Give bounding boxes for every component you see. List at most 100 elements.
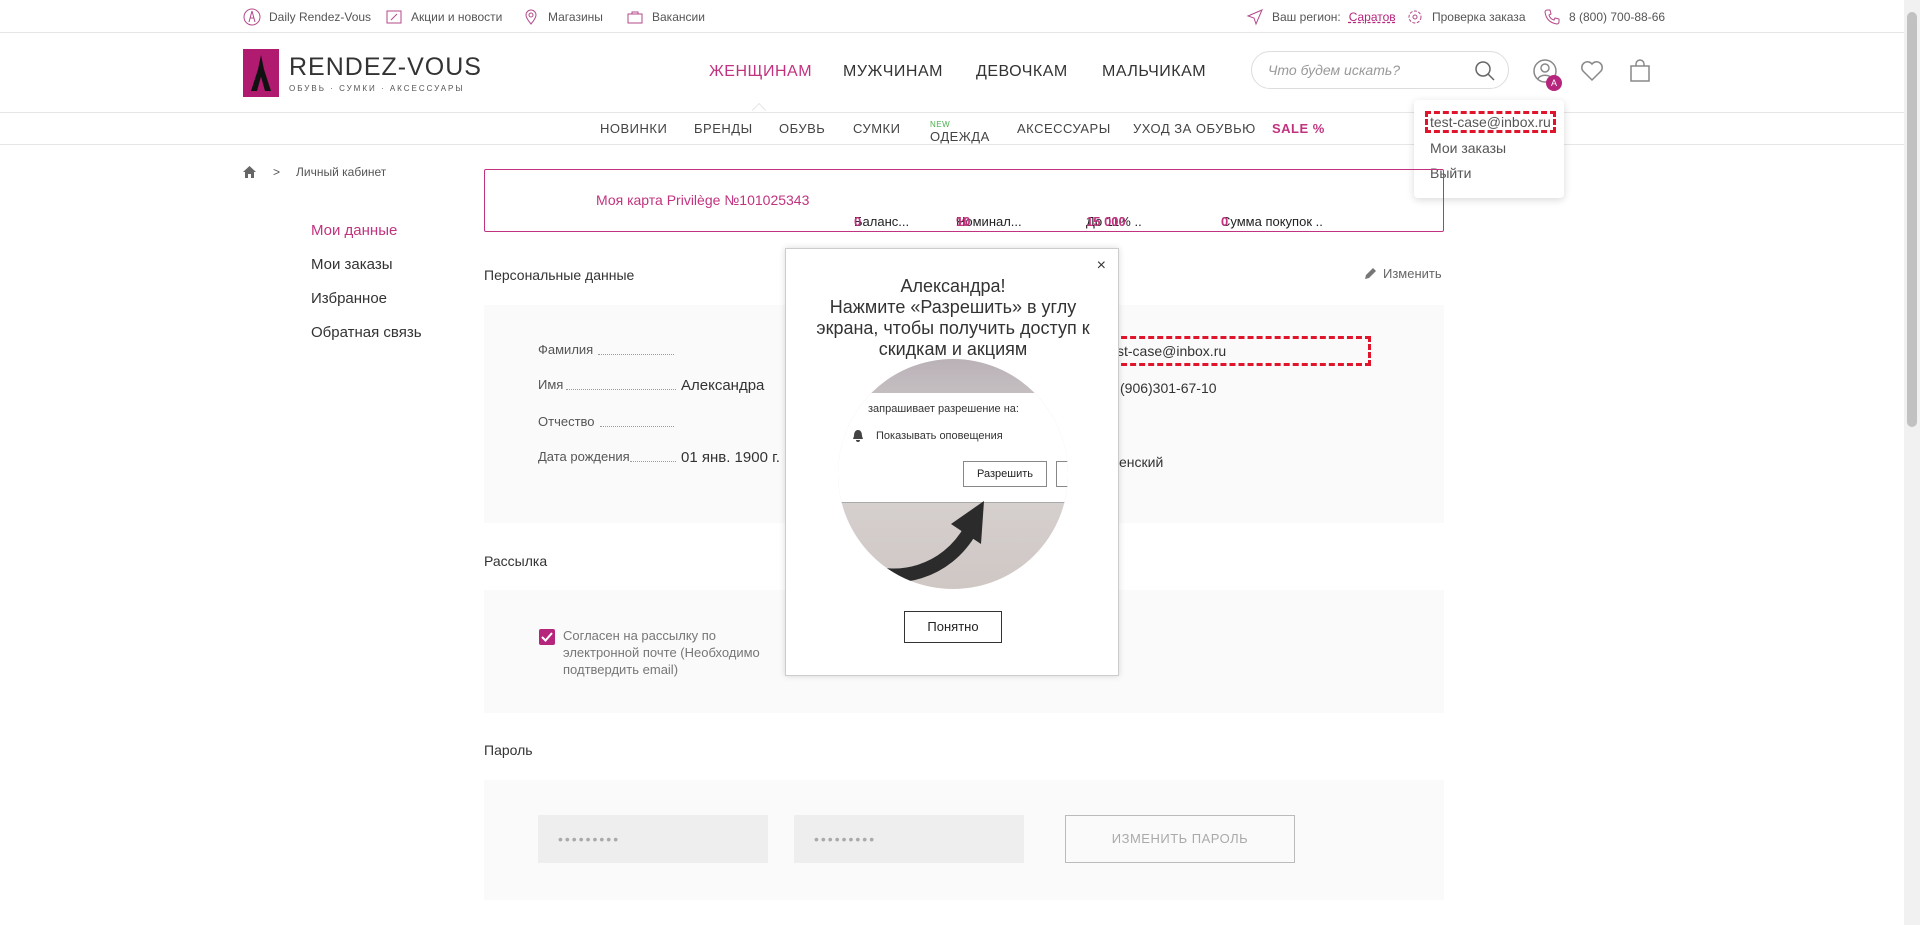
dots — [630, 461, 676, 462]
phone-link[interactable]: 8 (800) 700-88-66 — [1543, 8, 1665, 26]
heart-icon[interactable] — [1579, 58, 1605, 84]
field-value-name: Александра — [681, 377, 765, 394]
nav-men[interactable]: МУЖЧИНАМ — [843, 63, 943, 81]
account-orders-link[interactable]: Мои заказы — [1430, 140, 1506, 156]
password-title: Пароль — [484, 742, 533, 758]
perm-notify-text: Показывать оповещения — [876, 430, 1003, 442]
subnav-new[interactable]: НОВИНКИ — [600, 121, 667, 136]
password-field-current[interactable]: ••••••••• — [538, 815, 768, 863]
sidebar-item-my-data[interactable]: Мои данные — [311, 222, 397, 239]
purchases-label: Сумма покупок .. — [1221, 214, 1323, 229]
notification-modal: × Александра! Нажмите «Разрешить» в углу… — [785, 248, 1119, 676]
search-icon — [1475, 61, 1495, 81]
breadcrumb-separator: > — [273, 165, 281, 179]
phone-icon — [1544, 9, 1560, 25]
breadcrumb: > Личный кабинет — [242, 165, 386, 179]
subnav-clothing[interactable]: ОДЕЖДА NEW — [930, 120, 989, 144]
bell-icon — [853, 430, 863, 442]
briefcase-icon — [627, 11, 643, 24]
category-nav: НОВИНКИ БРЕНДЫ ОБУВЬ СУМКИ ОДЕЖДА NEW АКС… — [0, 112, 1904, 145]
subnav-shoes[interactable]: ОБУВЬ — [779, 121, 825, 136]
subnav-clothing-label: ОДЕЖДА — [930, 129, 990, 144]
search-input[interactable]: Что будем искать? — [1251, 51, 1509, 89]
sidebar-item-orders[interactable]: Мои заказы — [311, 256, 393, 273]
home-icon[interactable] — [242, 165, 257, 179]
navigation-arrow-icon — [1246, 9, 1263, 26]
purchases-value: 0 — [1221, 214, 1229, 229]
sidebar-item-favorites[interactable]: Избранное — [311, 290, 387, 307]
balance-label: Баланс... — [854, 214, 910, 229]
order-check-label: Проверка заказа — [1432, 10, 1526, 24]
top-bar: Daily Rendez-Vous Акции и новости Магази… — [0, 0, 1904, 33]
field-value-phone: (906)301-67-10 — [1120, 380, 1217, 396]
eiffel-icon — [243, 8, 261, 26]
perm-allow-button: Разрешить — [963, 461, 1047, 487]
gear-icon — [1408, 10, 1422, 24]
subnav-sale[interactable]: SALE % — [1272, 121, 1325, 136]
region-label: Ваш регион: — [1272, 10, 1341, 24]
subnav-bags[interactable]: СУМКИ — [853, 121, 900, 136]
curved-arrow-icon — [856, 501, 984, 583]
percent-tag-icon — [386, 10, 402, 24]
card-title: Моя карта Privilège №101025343 — [596, 192, 810, 208]
region-value[interactable]: Саратов — [1349, 10, 1396, 24]
nav-girls[interactable]: ДЕВОЧКАМ — [976, 63, 1068, 81]
nav-women[interactable]: ЖЕНЩИНАМ — [709, 63, 812, 81]
scrollbar-thumb[interactable] — [1907, 12, 1917, 427]
ok-button[interactable]: Понятно — [904, 611, 1002, 643]
perm-request-text: запрашивает разрешение на: — [868, 403, 1019, 415]
subnav-shoe-care[interactable]: УХОД ЗА ОБУВЬЮ — [1133, 121, 1256, 136]
promos-link[interactable]: Акции и новости — [385, 8, 502, 26]
account-email[interactable]: test-case@inbox.ru — [1425, 111, 1556, 133]
balance-value: 0 — [854, 214, 862, 229]
personal-data-title: Персональные данные — [484, 267, 635, 283]
dots — [566, 389, 676, 390]
nominal-unit: % — [956, 214, 968, 229]
field-label-name: Имя — [538, 377, 564, 392]
promos-label: Акции и новости — [411, 10, 503, 24]
jobs-link[interactable]: Вакансии — [626, 8, 705, 26]
close-icon[interactable]: × — [1097, 257, 1106, 275]
subnav-accessories[interactable]: АКСЕССУАРЫ — [1017, 121, 1111, 136]
daily-label: Daily Rendez-Vous — [269, 10, 372, 24]
field-value-gender: енский — [1119, 454, 1164, 470]
modal-title: Александра! Нажмите «Разрешить» в углу э… — [816, 276, 1090, 359]
nav-boys[interactable]: МАЛЬЧИКАМ — [1102, 63, 1206, 81]
pencil-icon — [1365, 267, 1376, 279]
site-logo[interactable]: RENDEZ-VOUS ОБУВЬ · СУМКИ · АКСЕССУАРЫ — [243, 49, 482, 97]
newsletter-title: Рассылка — [484, 553, 548, 569]
loyalty-card: Моя карта Privilège №101025343 Баланс...… — [484, 169, 1444, 232]
password-field-new[interactable]: ••••••••• — [794, 815, 1024, 863]
stores-link[interactable]: Магазины — [522, 8, 603, 26]
shopping-bag-icon[interactable] — [1627, 58, 1653, 84]
edit-button[interactable]: Изменить — [1363, 266, 1442, 281]
logo-mark — [243, 49, 279, 97]
field-label-patronymic: Отчество — [538, 414, 595, 429]
breadcrumb-current: Личный кабинет — [296, 165, 387, 179]
phone-number: 8 (800) 700-88-66 — [1569, 10, 1666, 24]
logo-text: RENDEZ-VOUS — [289, 53, 482, 81]
browser-permission-popup: запрашивает разрешение на: Показывать оп… — [838, 393, 1068, 503]
order-check-link[interactable]: Проверка заказа — [1406, 8, 1526, 26]
sidebar-item-feedback[interactable]: Обратная связь — [311, 324, 422, 341]
change-password-button[interactable]: ИЗМЕНИТЬ ПАРОЛЬ — [1065, 815, 1295, 863]
page-scrollbar[interactable] — [1904, 0, 1920, 925]
newsletter-consent-text: Согласен на рассылку по электронной почт… — [563, 628, 760, 677]
field-label-birthdate: Дата рождения — [538, 449, 630, 464]
newsletter-checkbox[interactable] — [539, 629, 555, 645]
logo-subtitle: ОБУВЬ · СУМКИ · АКСЕССУАРЫ — [289, 84, 465, 93]
avatar-badge: A — [1546, 75, 1562, 91]
perm-block-button — [1056, 461, 1068, 487]
subnav-brands[interactable]: БРЕНДЫ — [694, 121, 753, 136]
search-placeholder: Что будем искать? — [1268, 62, 1401, 78]
edit-label: Изменить — [1383, 266, 1442, 281]
field-value-birthdate: 01 янв. 1900 г. — [681, 449, 780, 466]
field-value-email: st-case@inbox.ru — [1117, 343, 1227, 359]
field-label-surname: Фамилия — [538, 342, 594, 357]
permission-illustration: запрашивает разрешение на: Показывать оп… — [838, 359, 1068, 589]
jobs-label: Вакансии — [652, 10, 705, 24]
upto-value: 15 000 — [1086, 214, 1126, 229]
daily-link[interactable]: Daily Rendez-Vous — [243, 8, 371, 26]
map-pin-icon — [525, 9, 537, 25]
region-selector[interactable]: Ваш регион: Саратов — [1246, 8, 1396, 26]
